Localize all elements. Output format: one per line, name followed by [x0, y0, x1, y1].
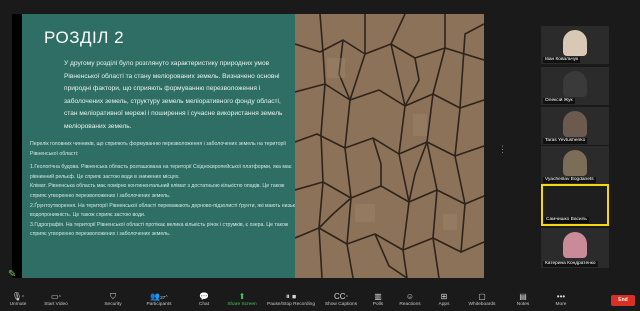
cracked-earth-texture: [295, 14, 484, 278]
shield-icon: ⛉: [110, 292, 116, 301]
captions-icon: CC^: [334, 292, 348, 301]
share-screen-icon: ⬆: [238, 292, 246, 301]
meeting-toolbar: 🎙^ Unmute ▭^ Start Video ⛉ Security 👥27^…: [0, 290, 640, 311]
participant-name: Самчишко Василь: [544, 217, 589, 223]
polls-label: Polls: [372, 302, 384, 307]
slide-paragraph: 2.Ґрунтоутворення. На території Рівненсь…: [30, 202, 298, 219]
slide-paragraph: 3.Гідрографія. На території Рівненської …: [30, 221, 290, 238]
participant-video: [563, 71, 587, 97]
captions-label: Show Captions: [324, 302, 358, 307]
whiteboards-label: Whiteboards: [468, 302, 496, 307]
reactions-label: Reactions: [399, 302, 421, 307]
active-speaker-tile[interactable]: Самчишко Василь: [541, 184, 609, 226]
share-screen-button[interactable]: ⬆ Share Screen: [224, 292, 260, 310]
start-video-label: Start Video: [44, 302, 68, 307]
notes-button[interactable]: ▤ Notes: [512, 292, 534, 310]
recording-button[interactable]: ⏸ ⏹ Pause/Stop Recording: [264, 292, 318, 310]
cracked-earth-image: [295, 14, 484, 278]
participant-name: Іван Ковальчук: [543, 57, 581, 63]
slide-body-text: Перелік головних чинників, що сприяють ф…: [30, 140, 302, 240]
participant-name: Олексій Жук: [543, 98, 575, 104]
recording-label: Pause/Stop Recording: [267, 302, 315, 307]
participant-video: [563, 30, 587, 56]
participant-tile[interactable]: Іван Ковальчук: [541, 26, 609, 64]
notes-label: Notes: [516, 302, 530, 307]
slide-paragraph: Перелік головних чинників, що сприяють ф…: [30, 141, 288, 157]
meeting-stage: РОЗДІЛ 2 У другому розділі було розгляну…: [0, 0, 640, 290]
apps-button[interactable]: ⊞ Apps: [434, 292, 454, 310]
chat-label: Chat: [198, 302, 210, 307]
participant-tile[interactable]: Taras Yevtushenko: [541, 107, 609, 145]
shared-screen: РОЗДІЛ 2 У другому розділі було розгляну…: [12, 14, 484, 278]
start-video-button[interactable]: ▭^ Start Video: [40, 292, 72, 310]
participants-button[interactable]: 👥27^ Participants: [140, 292, 178, 310]
reactions-button[interactable]: ☺ Reactions: [395, 292, 425, 310]
participant-name: Taras Yevtushenko: [543, 138, 588, 144]
participants-icon: 👥27^: [150, 292, 168, 301]
slide-paragraph: Клімат. Рівненська область має помірно к…: [30, 183, 286, 199]
video-off-icon: ▭^: [51, 292, 61, 301]
show-captions-button[interactable]: CC^ Show Captions: [322, 292, 360, 310]
apps-icon: ⊞: [440, 292, 448, 301]
whiteboard-icon: ▢: [478, 292, 486, 301]
end-meeting-button[interactable]: End: [611, 295, 635, 306]
slide-paragraph: 1.Геологічна будова. Рівненська область …: [30, 164, 293, 180]
notes-icon: ▤: [519, 292, 527, 301]
participant-name: Катерина Кондратенко: [543, 261, 598, 267]
participant-video: [563, 150, 587, 176]
reactions-icon: ☺: [405, 292, 415, 301]
slide-title: РОЗДІЛ 2: [44, 28, 125, 47]
slide-intro-text: У другому розділі було розглянуто характ…: [64, 60, 283, 130]
more-icon: •••: [556, 292, 566, 301]
participant-tile[interactable]: Катерина Кондратенко: [541, 228, 609, 268]
whiteboards-button[interactable]: ▢ Whiteboards: [464, 292, 500, 310]
participant-name: Vyacheslav Bogdanets: [543, 177, 596, 183]
participant-tile[interactable]: Олексій Жук: [541, 67, 609, 105]
unmute-button[interactable]: 🎙^ Unmute: [4, 292, 32, 310]
chat-button[interactable]: 💬 Chat: [193, 292, 215, 310]
more-label: More: [555, 302, 567, 307]
unmute-label: Unmute: [9, 302, 27, 307]
participant-video: [563, 111, 587, 137]
slide-text-panel: РОЗДІЛ 2 У другому розділі було розгляну…: [22, 14, 304, 278]
panel-resize-handle[interactable]: ⋮: [498, 140, 507, 158]
more-button[interactable]: ••• More: [551, 292, 571, 310]
chat-icon: 💬: [199, 292, 209, 301]
apps-label: Apps: [438, 302, 450, 307]
polls-icon: ▥: [374, 292, 382, 301]
participants-label: Participants: [146, 302, 172, 307]
microphone-muted-icon: 🎙^: [11, 292, 25, 301]
security-button[interactable]: ⛉ Security: [100, 292, 126, 310]
security-label: Security: [104, 302, 122, 307]
share-screen-label: Share Screen: [227, 302, 257, 307]
participant-video: [563, 232, 587, 258]
annotate-pen-icon[interactable]: ✎: [8, 270, 18, 280]
participant-tile[interactable]: Vyacheslav Bogdanets: [541, 146, 609, 184]
pause-stop-icon: ⏸ ⏹: [285, 292, 297, 301]
polls-button[interactable]: ▥ Polls: [369, 292, 387, 310]
